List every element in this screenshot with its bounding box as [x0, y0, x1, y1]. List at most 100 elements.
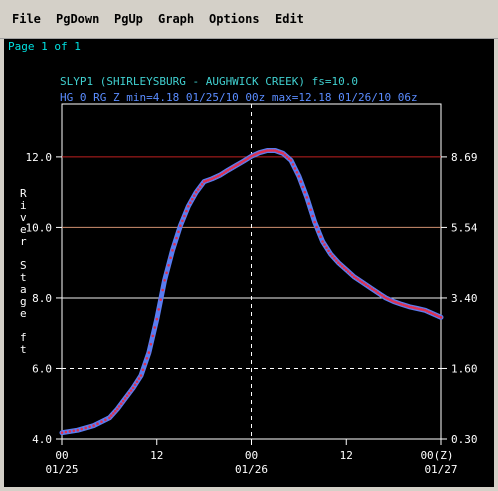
data-point — [297, 175, 301, 178]
menu-pgup[interactable]: PgUp — [114, 12, 143, 26]
data-point — [135, 380, 139, 384]
data-point — [325, 246, 328, 249]
data-point — [167, 264, 170, 267]
data-point — [343, 266, 346, 270]
data-point — [141, 368, 145, 372]
data-point — [187, 205, 190, 208]
data-point — [149, 342, 153, 346]
data-point — [309, 208, 313, 212]
data-point — [317, 230, 320, 234]
menu-pgdown[interactable]: PgDown — [56, 12, 99, 26]
y-tick-label: 8.0 — [32, 292, 52, 305]
data-point — [350, 273, 354, 277]
data-point — [293, 167, 297, 170]
data-point — [200, 182, 204, 186]
data-point — [321, 240, 324, 243]
data-point — [76, 428, 80, 432]
data-point — [299, 180, 303, 183]
data-point — [161, 288, 164, 292]
data-point — [323, 243, 326, 246]
data-point — [295, 171, 299, 174]
data-point — [327, 249, 330, 253]
data-point — [68, 430, 72, 433]
data-point — [153, 326, 157, 329]
data-point — [127, 391, 131, 395]
data-point — [346, 270, 350, 273]
data-point — [155, 317, 159, 321]
data-point — [131, 386, 135, 390]
chart-layer: 4.0 0.306.0 1.608.0 3.4010.0 5.5412.0 8.69000… — [20, 103, 478, 476]
page-label: Page 1 of 1 — [8, 40, 81, 53]
data-point — [157, 308, 160, 311]
data-point — [110, 414, 113, 417]
hydrograph-chart: Page 1 of 1 SLYP1 (SHIRLEYSBURG - AUGHWI… — [8, 40, 478, 476]
data-point — [285, 155, 289, 159]
data-point — [119, 402, 123, 406]
data-point — [185, 209, 188, 213]
data-point — [139, 374, 143, 377]
data-point — [88, 425, 91, 429]
data-point — [439, 316, 443, 319]
data-point — [301, 185, 305, 189]
data-point — [169, 256, 172, 260]
x-tick-label: 12 — [150, 449, 163, 462]
data-point — [133, 383, 137, 387]
data-point — [92, 424, 95, 427]
data-point — [307, 202, 311, 205]
data-point — [287, 157, 291, 160]
menu-options[interactable]: Options — [209, 12, 260, 26]
data-point — [72, 429, 76, 433]
x-tick-label: 00(Z) — [420, 449, 453, 462]
data-point — [112, 412, 115, 415]
data-point — [289, 159, 293, 162]
data-point — [194, 190, 198, 194]
menu-file[interactable]: File — [12, 12, 41, 26]
data-point — [313, 220, 317, 224]
x-date-label: 01/25 — [45, 463, 78, 476]
data-point — [116, 407, 119, 411]
data-point — [281, 152, 285, 155]
x-date-label: 01/27 — [424, 463, 457, 476]
data-point — [171, 249, 174, 252]
data-point — [121, 399, 125, 403]
data-point — [196, 188, 200, 191]
data-point — [329, 252, 332, 256]
data-point — [341, 264, 344, 268]
x-tick-label: 12 — [340, 449, 353, 462]
data-point — [335, 259, 338, 262]
data-point — [80, 427, 83, 431]
data-point — [117, 405, 121, 408]
data-point — [305, 196, 309, 199]
data-point — [137, 377, 141, 380]
data-point — [198, 185, 202, 189]
data-point — [189, 201, 192, 204]
y-axis-label: River Stage ft — [20, 187, 27, 356]
data-point — [177, 230, 180, 234]
y2-tick-label: 0.30 — [451, 433, 478, 446]
data-point — [96, 422, 99, 426]
data-point — [64, 430, 68, 434]
chart-title: SLYP1 (SHIRLEYSBURG - AUGHWICK CREEK) fs… — [60, 75, 358, 88]
menu-bar: File PgDown PgUp Graph Options Edit — [0, 0, 498, 39]
y-tick-label: 6.0 — [32, 362, 52, 375]
y-tick-label: 10.0 — [26, 221, 53, 234]
y2-tick-label: 8.69 — [451, 151, 478, 164]
data-point — [183, 214, 186, 218]
menu-edit[interactable]: Edit — [275, 12, 304, 26]
data-point — [348, 272, 352, 275]
x-tick-label: 00 — [55, 449, 68, 462]
data-point — [143, 362, 147, 366]
data-point — [84, 426, 87, 430]
data-point — [311, 214, 315, 218]
data-point — [100, 420, 103, 424]
data-point — [191, 197, 194, 201]
data-point — [175, 236, 178, 240]
data-point — [159, 298, 162, 302]
data-point — [193, 194, 196, 197]
data-point — [125, 394, 129, 398]
data-point — [319, 235, 322, 238]
y-tick-label: 4.0 — [32, 433, 52, 446]
data-point — [123, 397, 127, 400]
data-point — [151, 334, 155, 338]
menu-graph[interactable]: Graph — [158, 12, 194, 26]
